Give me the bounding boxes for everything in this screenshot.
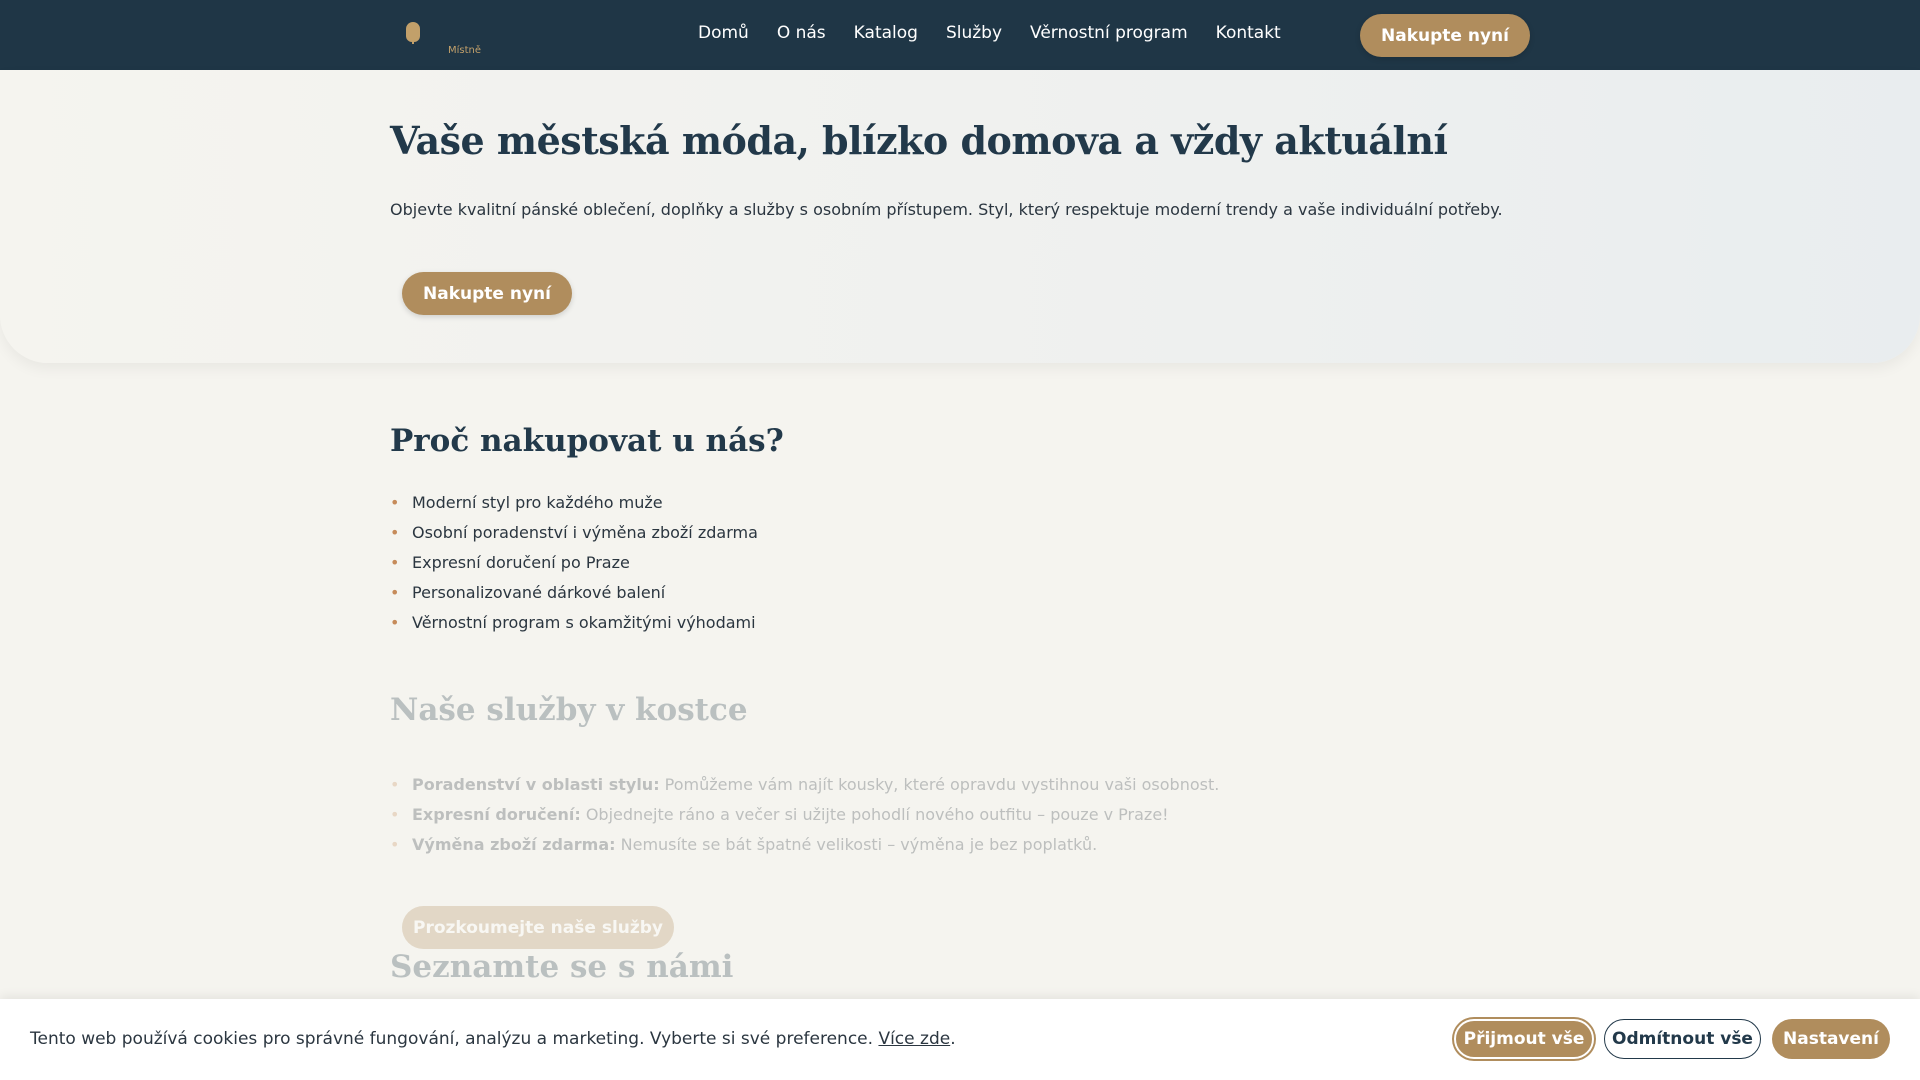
logo-text[interactable]: Místně (448, 45, 481, 56)
cookie-consent-bar: Tento web používá cookies pro správné fu… (0, 999, 1920, 1080)
meet-us-section-title: Seznamte se s námi (390, 949, 734, 985)
top-navigation-bar: Místně Domů O nás Katalog Služby Věrnost… (0, 0, 1920, 70)
list-item: • Moderní styl pro každého muže (390, 488, 758, 518)
list-item: • Výměna zboží zdarma: Nemusíte se bát šp… (390, 830, 1219, 860)
list-item: • Expresní doručení: Objednejte ráno a ve… (390, 800, 1219, 830)
bullet-icon: • (390, 583, 400, 602)
list-item: • Personalizované dárkové balení (390, 578, 758, 608)
cookie-settings-button[interactable]: Nastavení (1772, 1019, 1890, 1059)
cookie-message: Tento web používá cookies pro správné fu… (30, 1029, 956, 1049)
services-list: • Poradenství v oblasti stylu: Pomůžeme v… (390, 770, 1219, 860)
list-item: • Poradenství v oblasti stylu: Pomůžeme v… (390, 770, 1219, 800)
header-shop-now-button[interactable]: Nakupte nyní (1360, 14, 1530, 57)
nav-item-catalog[interactable]: Katalog (854, 23, 918, 43)
logo-icon[interactable] (406, 22, 420, 44)
list-item: • Věrnostní program s okamžitými výhodami (390, 608, 758, 638)
why-list: • Moderní styl pro každého muže • Osobní p… (390, 488, 758, 638)
why-section-title: Proč nakupovat u nás? (390, 423, 784, 459)
bullet-icon: • (390, 835, 400, 854)
bullet-icon: • (390, 775, 400, 794)
list-item: • Expresní doručení po Praze (390, 548, 758, 578)
hero-shop-now-button[interactable]: Nakupte nyní (402, 272, 572, 315)
bullet-icon: • (390, 805, 400, 824)
bullet-icon: • (390, 493, 400, 512)
bullet-icon: • (390, 523, 400, 542)
bullet-icon: • (390, 553, 400, 572)
explore-services-button[interactable]: Prozkoumejte naše služby (402, 906, 674, 949)
cookie-more-info-link[interactable]: Více zde (878, 1029, 950, 1049)
nav-item-contact[interactable]: Kontakt (1216, 23, 1281, 43)
services-section-title: Naše služby v kostce (390, 692, 748, 728)
list-item: • Osobní poradenství i výměna zboží zdarm… (390, 518, 758, 548)
main-nav: Domů O nás Katalog Služby Věrnostní prog… (698, 23, 1309, 43)
nav-item-about[interactable]: O nás (777, 23, 826, 43)
accept-all-button[interactable]: Přijmout vše (1454, 1019, 1594, 1059)
nav-item-home[interactable]: Domů (698, 23, 749, 43)
bullet-icon: • (390, 613, 400, 632)
nav-item-services[interactable]: Služby (946, 23, 1002, 43)
hero-title: Vaše městská móda, blízko domova a vždy … (390, 118, 1448, 163)
hero-subtitle: Objevte kvalitní pánské oblečení, doplňk… (390, 200, 1503, 219)
nav-item-loyalty[interactable]: Věrnostní program (1030, 23, 1188, 43)
reject-all-button[interactable]: Odmítnout vše (1604, 1019, 1761, 1059)
